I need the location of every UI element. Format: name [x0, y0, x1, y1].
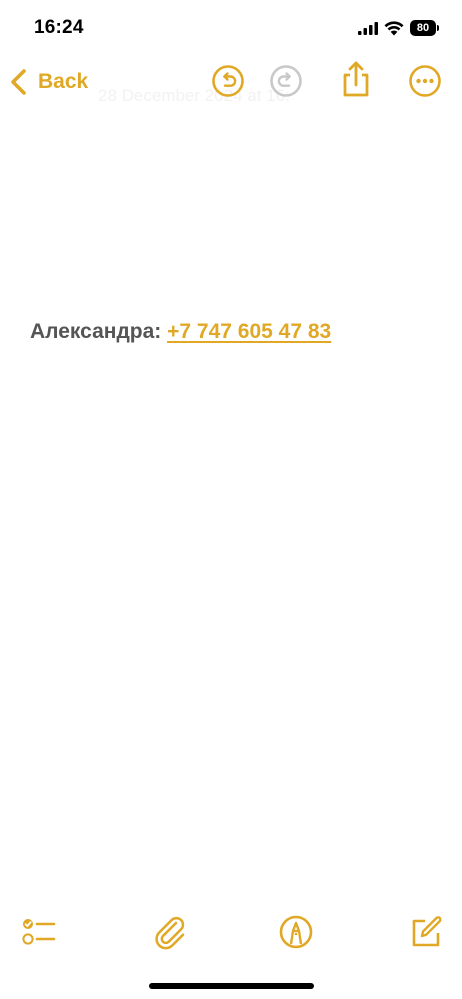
status-bar: 16:24 80	[0, 0, 462, 54]
navigation-bar: 28 December 2024 at 16: Back	[0, 56, 462, 108]
markup-button[interactable]	[278, 914, 314, 950]
battery-icon: 80	[410, 20, 440, 36]
share-icon	[343, 61, 369, 97]
more-icon	[409, 65, 441, 97]
redo-icon	[270, 65, 302, 97]
markup-icon	[279, 915, 313, 949]
battery-cap	[437, 25, 439, 31]
attach-button[interactable]	[152, 914, 188, 950]
note-content[interactable]: Александра: +7 747 605 47 83	[30, 320, 331, 344]
back-button[interactable]: Back	[8, 66, 88, 98]
share-button[interactable]	[339, 60, 373, 98]
checklist-icon	[22, 919, 56, 945]
paperclip-icon	[155, 916, 185, 950]
cellular-signal-icon	[358, 22, 378, 35]
bottom-toolbar	[0, 908, 462, 958]
contact-name: Александра:	[30, 320, 162, 343]
compose-icon	[412, 916, 442, 947]
checklist-button[interactable]	[20, 914, 56, 950]
home-indicator[interactable]	[149, 983, 314, 989]
battery-level: 80	[410, 20, 436, 36]
compose-button[interactable]	[408, 914, 444, 950]
more-button[interactable]	[408, 64, 442, 98]
undo-button[interactable]	[211, 64, 245, 98]
redo-button[interactable]	[269, 64, 303, 98]
status-time: 16:24	[34, 17, 84, 38]
phone-number-link[interactable]: +7 747 605 47 83	[167, 320, 331, 343]
undo-icon	[212, 65, 244, 97]
note-date: 28 December 2024 at 16:	[98, 86, 290, 105]
back-label: Back	[38, 70, 89, 93]
wifi-icon	[384, 21, 404, 36]
chevron-left-icon	[11, 69, 26, 95]
